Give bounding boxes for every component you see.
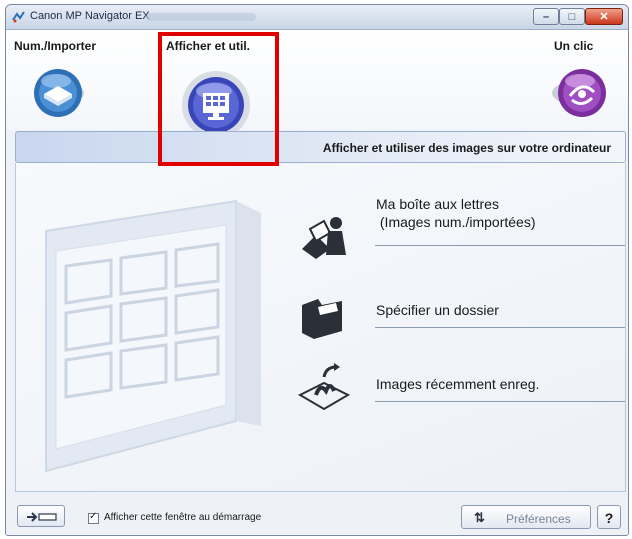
preferences-label: Préférences [506, 512, 571, 526]
divider [375, 327, 625, 328]
close-icon: ✕ [599, 11, 609, 23]
title-bar[interactable]: Canon MP Navigator EX – □ ✕ [6, 5, 628, 30]
minimize-icon: – [542, 10, 550, 23]
checkmark-icon: ✓ [89, 511, 98, 522]
app-logo-icon [12, 11, 25, 23]
recent-images-icon [297, 363, 351, 411]
preferences-button[interactable]: ⇅ Préférences [461, 505, 591, 529]
nav-label-scan-import: Num./Importer [14, 39, 97, 53]
show-on-startup-checkbox[interactable]: ✓ [88, 511, 99, 524]
nav-label-one-click: Un clic [554, 39, 594, 53]
mailbox-label-line2: (Images num./importées) [376, 214, 536, 230]
folder-icon [302, 299, 342, 339]
recent-images-label: Images récemment enreg. [376, 376, 540, 392]
close-button[interactable]: ✕ [585, 8, 623, 25]
help-button[interactable]: ? [597, 505, 621, 529]
help-label: ? [604, 510, 614, 526]
sort-arrows-icon: ⇅ [474, 510, 485, 525]
switch-mode-button[interactable] [17, 505, 65, 527]
maximize-button[interactable]: □ [559, 8, 585, 25]
selection-highlight [158, 32, 279, 166]
show-on-startup-label: Afficher cette fenêtre au démarrage [104, 512, 262, 523]
minimize-button[interactable]: – [533, 8, 559, 25]
specify-folder-label: Spécifier un dossier [376, 302, 499, 318]
mailbox-action[interactable]: Ma boîte aux lettres (Images num./import… [296, 195, 625, 265]
one-click-icon[interactable] [546, 64, 616, 122]
window-title: Canon MP Navigator EX [30, 10, 150, 22]
scanner-icon[interactable] [26, 64, 96, 122]
banner-text: Afficher et utiliser des images sur votr… [322, 141, 611, 155]
specify-folder-action[interactable]: Spécifier un dossier [296, 285, 625, 345]
divider [375, 401, 625, 402]
bottom-bar: ✓ Afficher cette fenêtre au démarrage ⇅ … [6, 497, 628, 535]
mailbox-icon [302, 217, 346, 259]
maximize-icon: □ [568, 10, 576, 23]
mailbox-label-line1: Ma boîte aux lettres [376, 196, 499, 212]
title-blurred-region [146, 13, 256, 21]
app-window: Canon MP Navigator EX – □ ✕ Num./Importe… [5, 4, 629, 536]
divider [375, 245, 625, 246]
section-banner: Afficher et utiliser des images sur votr… [15, 131, 626, 163]
content-panel: Ma boîte aux lettres (Images num./import… [15, 163, 626, 492]
monitor-illustration-icon [45, 199, 261, 473]
mode-navigation: Num./Importer Afficher et util. Un clic [6, 30, 628, 162]
switch-mode-icon [27, 512, 57, 522]
recent-images-action[interactable]: Images récemment enreg. [296, 355, 625, 425]
